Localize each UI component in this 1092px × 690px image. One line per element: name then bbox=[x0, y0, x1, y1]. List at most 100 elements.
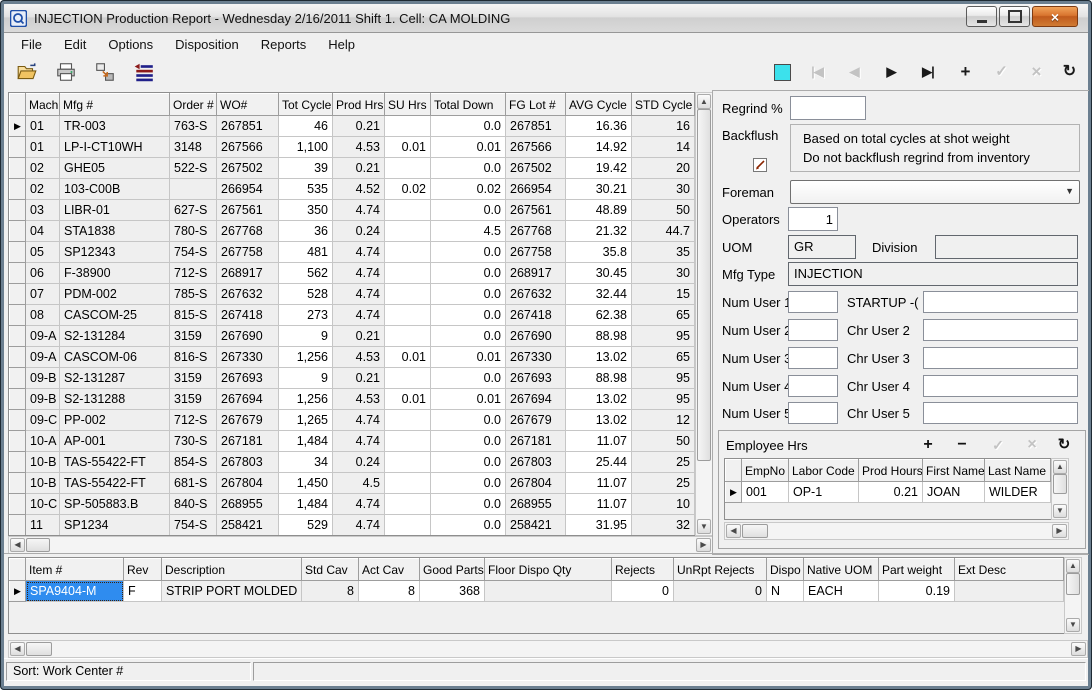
cell[interactable] bbox=[385, 116, 431, 137]
cell[interactable] bbox=[385, 158, 431, 179]
cell[interactable]: 0.0 bbox=[431, 431, 506, 452]
cell[interactable]: 267566 bbox=[217, 137, 279, 158]
cell[interactable]: 712-S bbox=[170, 263, 217, 284]
cell[interactable]: 95 bbox=[632, 326, 695, 347]
cell[interactable]: 05 bbox=[26, 242, 60, 263]
cell[interactable]: 1,484 bbox=[279, 431, 333, 452]
cell[interactable]: 31.95 bbox=[566, 515, 632, 536]
column-header[interactable]: FG Lot # bbox=[506, 94, 566, 116]
cell[interactable]: 780-S bbox=[170, 221, 217, 242]
cell[interactable]: 267632 bbox=[217, 284, 279, 305]
cell[interactable]: 4.74 bbox=[333, 305, 385, 326]
cell[interactable]: 267694 bbox=[217, 389, 279, 410]
cell[interactable]: 15 bbox=[632, 284, 695, 305]
table-row[interactable]: 10-BTAS-55422-FT854-S267803340.240.02678… bbox=[10, 452, 695, 473]
cell[interactable]: 20 bbox=[632, 158, 695, 179]
cell[interactable] bbox=[385, 452, 431, 473]
cell[interactable]: 267768 bbox=[217, 221, 279, 242]
cell[interactable]: 854-S bbox=[170, 452, 217, 473]
scroll-right-icon[interactable]: ▶ bbox=[696, 538, 711, 552]
cell[interactable]: 3159 bbox=[170, 326, 217, 347]
cell[interactable]: 21.32 bbox=[566, 221, 632, 242]
cell[interactable]: 258421 bbox=[506, 515, 566, 536]
item-grid-vscrollbar[interactable]: ▲ ▼ bbox=[1064, 557, 1082, 634]
cell[interactable]: PDM-002 bbox=[60, 284, 170, 305]
cell[interactable]: 35.8 bbox=[566, 242, 632, 263]
scroll-down-icon[interactable]: ▼ bbox=[697, 519, 711, 534]
column-header[interactable]: Tot Cycle bbox=[279, 94, 333, 116]
chr-user-3-input[interactable] bbox=[923, 347, 1078, 369]
cancel-employee-button[interactable]: × bbox=[1020, 436, 1044, 454]
cell[interactable]: LP-I-CT10WH bbox=[60, 137, 170, 158]
cell[interactable]: 88.98 bbox=[566, 326, 632, 347]
vscroll-thumb[interactable] bbox=[697, 109, 711, 461]
cell[interactable]: 30 bbox=[632, 263, 695, 284]
cell[interactable]: 50 bbox=[632, 200, 695, 221]
cell[interactable]: 9 bbox=[279, 326, 333, 347]
cell[interactable]: 0.21 bbox=[333, 158, 385, 179]
cell[interactable]: 535 bbox=[279, 179, 333, 200]
record-state-indicator[interactable] bbox=[774, 64, 791, 81]
cell[interactable]: 0.21 bbox=[333, 368, 385, 389]
cell[interactable]: 0.01 bbox=[431, 347, 506, 368]
chr-user-2-input[interactable] bbox=[923, 319, 1078, 341]
cell[interactable]: 09-B bbox=[26, 368, 60, 389]
cell[interactable]: 267502 bbox=[506, 158, 566, 179]
table-row[interactable]: 04STA1838780-S267768360.244.526776821.32… bbox=[10, 221, 695, 242]
cell[interactable]: 07 bbox=[26, 284, 60, 305]
scroll-down-icon[interactable]: ▼ bbox=[1066, 618, 1080, 632]
table-row[interactable]: 01LP-I-CT10WH31482675661,1004.530.010.01… bbox=[10, 137, 695, 158]
column-header[interactable]: Description bbox=[162, 559, 302, 581]
table-row[interactable]: 10-BTAS-55422-FT681-S2678041,4504.50.026… bbox=[10, 473, 695, 494]
cell[interactable]: 0.01 bbox=[431, 389, 506, 410]
cell[interactable]: 267679 bbox=[506, 410, 566, 431]
cell[interactable]: 730-S bbox=[170, 431, 217, 452]
cell[interactable]: 19.42 bbox=[566, 158, 632, 179]
cell[interactable]: 0.01 bbox=[431, 137, 506, 158]
cell[interactable]: 44.7 bbox=[632, 221, 695, 242]
num-user-2-input[interactable] bbox=[788, 319, 838, 341]
cell[interactable]: 0.21 bbox=[333, 116, 385, 137]
cell[interactable]: 1,256 bbox=[279, 389, 333, 410]
cell[interactable]: CASCOM-06 bbox=[60, 347, 170, 368]
cell[interactable]: 01 bbox=[26, 137, 60, 158]
cell[interactable]: 02 bbox=[26, 179, 60, 200]
cell[interactable]: 65 bbox=[632, 347, 695, 368]
cell[interactable]: 0.0 bbox=[431, 116, 506, 137]
cell[interactable]: 16 bbox=[632, 116, 695, 137]
cancel-edit-button[interactable]: × bbox=[1023, 62, 1049, 82]
cell[interactable]: 267566 bbox=[506, 137, 566, 158]
open-folder-icon[interactable] bbox=[14, 59, 40, 85]
cell[interactable]: 350 bbox=[279, 200, 333, 221]
cell[interactable] bbox=[385, 431, 431, 452]
cell[interactable] bbox=[955, 581, 1064, 602]
refresh-employee-button[interactable]: ↻ bbox=[1052, 436, 1076, 454]
num-user-4-input[interactable] bbox=[788, 375, 838, 397]
cell[interactable]: 267632 bbox=[506, 284, 566, 305]
column-header[interactable]: Dispo bbox=[767, 559, 804, 581]
column-header[interactable]: Std Cav bbox=[302, 559, 359, 581]
column-header[interactable]: AVG Cycle bbox=[566, 94, 632, 116]
chr-user-5-input[interactable] bbox=[923, 402, 1078, 424]
cell[interactable]: 0.24 bbox=[333, 221, 385, 242]
cell[interactable]: 34 bbox=[279, 452, 333, 473]
scroll-up-icon[interactable]: ▲ bbox=[697, 94, 711, 109]
cell[interactable]: 0.24 bbox=[333, 452, 385, 473]
production-grid[interactable]: MachMfg #Order #WO#Tot CycleProd HrsSU H… bbox=[9, 93, 695, 536]
cell[interactable]: WILDER bbox=[985, 482, 1051, 503]
cell[interactable]: 529 bbox=[279, 515, 333, 536]
cell[interactable]: 0.01 bbox=[385, 347, 431, 368]
cell[interactable]: 0.02 bbox=[431, 179, 506, 200]
cell[interactable] bbox=[385, 221, 431, 242]
close-button[interactable]: × bbox=[1032, 6, 1078, 27]
column-header[interactable]: Floor Dispo Qty bbox=[485, 559, 612, 581]
cell[interactable]: SP12343 bbox=[60, 242, 170, 263]
scroll-right-icon[interactable]: ▶ bbox=[1071, 642, 1086, 656]
cell[interactable]: 627-S bbox=[170, 200, 217, 221]
column-header[interactable]: Mfg # bbox=[60, 94, 170, 116]
cell[interactable] bbox=[385, 494, 431, 515]
scroll-down-icon[interactable]: ▼ bbox=[1053, 504, 1067, 518]
cell[interactable]: F bbox=[124, 581, 162, 602]
cell[interactable]: 14.92 bbox=[566, 137, 632, 158]
cell[interactable]: 4.74 bbox=[333, 410, 385, 431]
